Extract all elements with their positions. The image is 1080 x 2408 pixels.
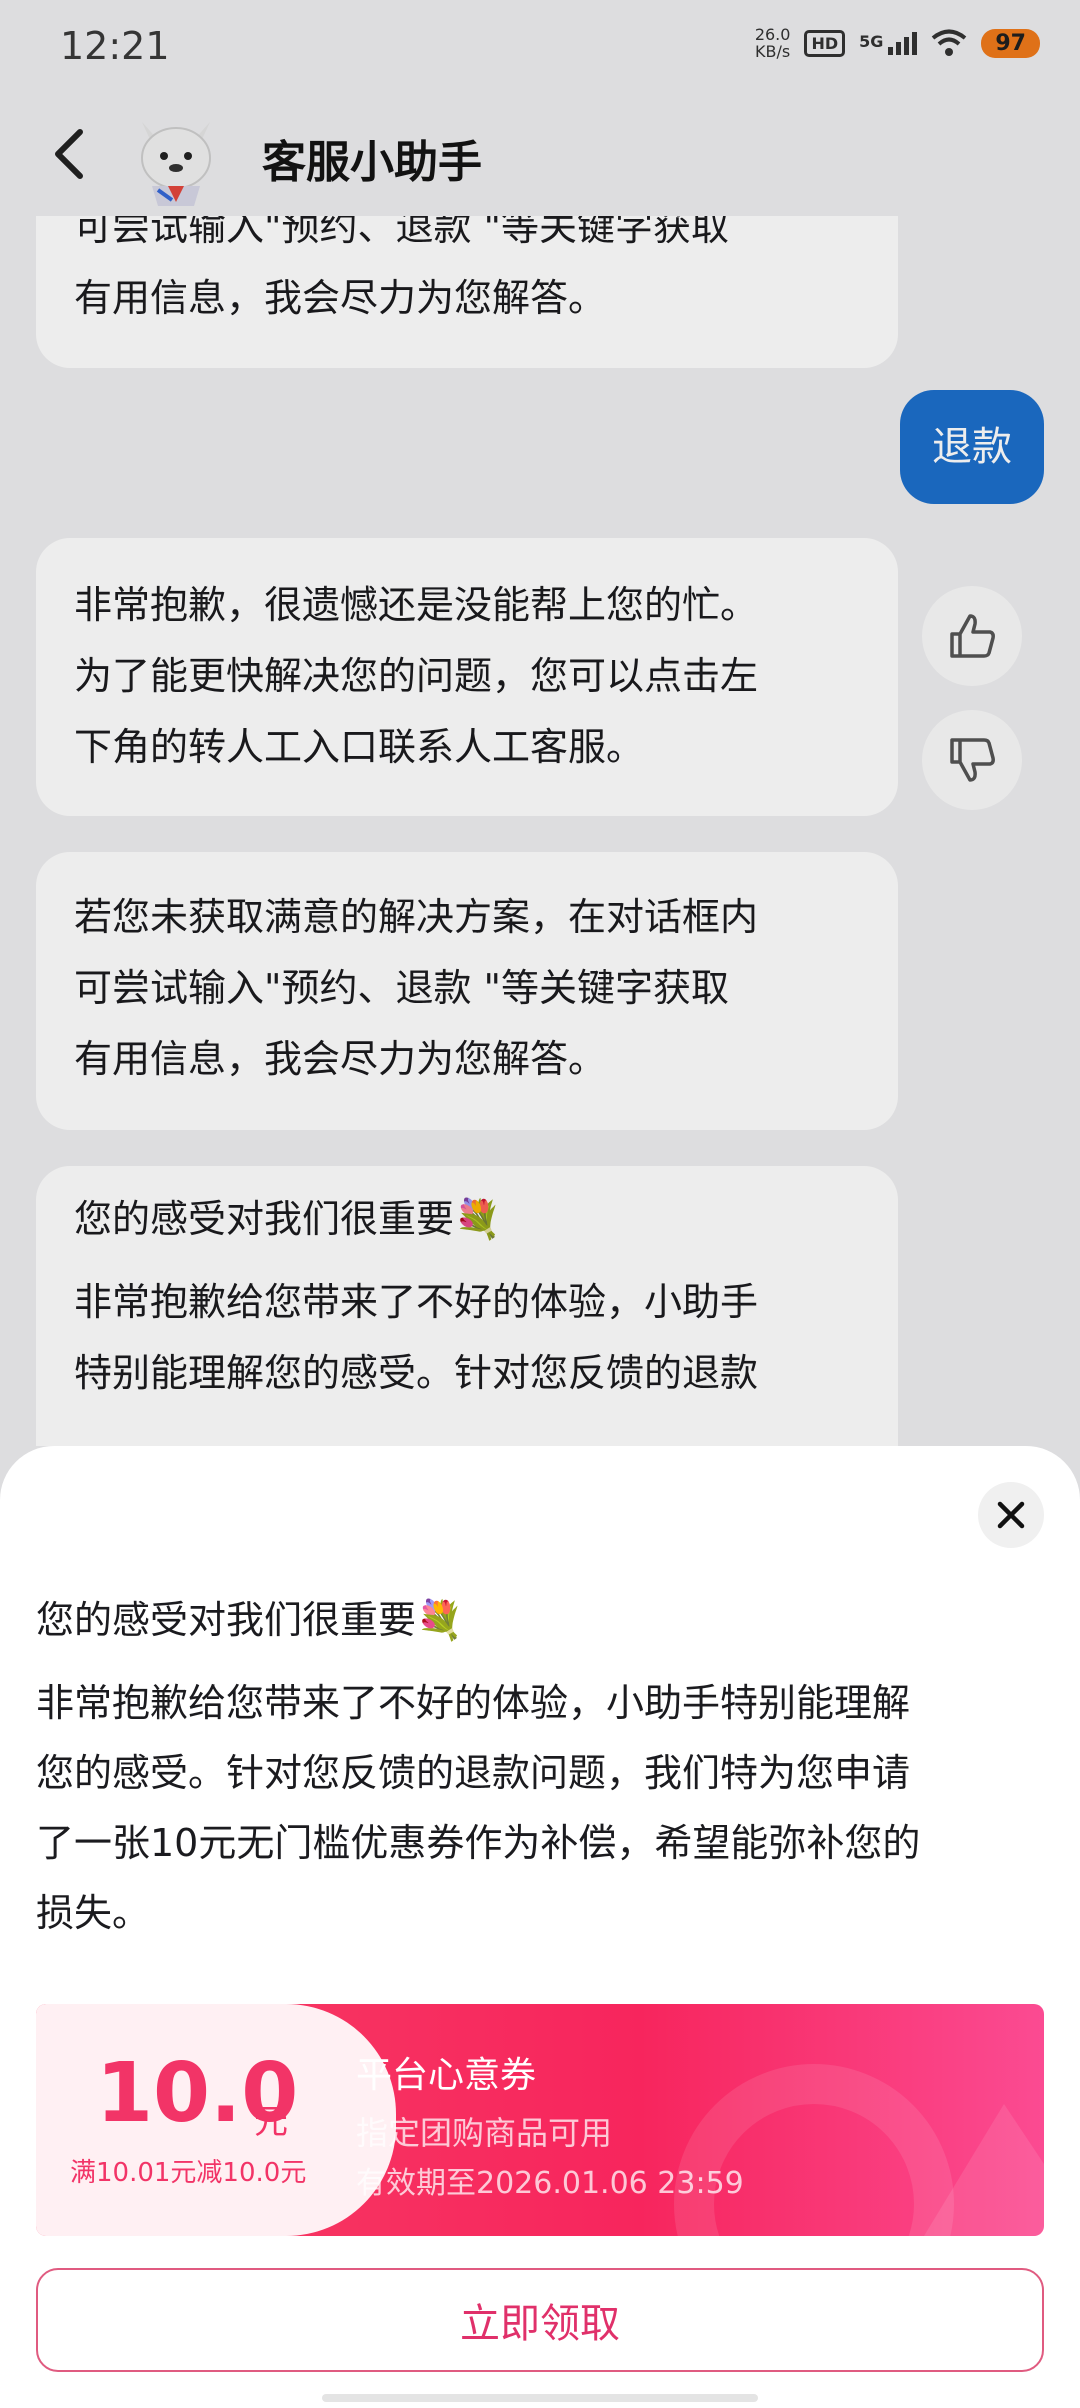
body-line: 损失。: [36, 1891, 151, 1935]
body-line: 了一张10元无门槛优惠券作为补偿，希望能弥补您的: [36, 1821, 921, 1865]
coupon-unit: 元: [254, 2102, 288, 2142]
sheet-heading: 您的感受对我们很重要💐: [36, 1598, 464, 1642]
coupon-expiry: 有效期至2026.01.06 23:59: [356, 2166, 744, 2201]
sheet-body: 非常抱歉给您带来了不好的体验，小助手特别能理解 您的感受。针对您反馈的退款问题，…: [36, 1668, 1046, 1948]
body-line: 您的感受。针对您反馈的退款问题，我们特为您申请: [36, 1751, 911, 1795]
body-line: 非常抱歉给您带来了不好的体验，小助手特别能理解: [36, 1681, 911, 1725]
coupon-name: 平台心意券: [356, 2055, 537, 2096]
coupon-scope: 指定团购商品可用: [356, 2114, 613, 2152]
coupon-condition: 满10.01元减10.0元: [70, 2158, 307, 2188]
compensation-sheet: 您的感受对我们很重要💐 非常抱歉给您带来了不好的体验，小助手特别能理解 您的感受…: [0, 1446, 1080, 2408]
screen: 12:21 26.0 KB/s HD 5G 97 客服小助手 可尝试输入"预约、…: [0, 0, 1080, 2408]
home-indicator: [322, 2394, 758, 2402]
claim-button[interactable]: 立即领取: [36, 2268, 1044, 2372]
close-button[interactable]: [978, 1482, 1044, 1548]
close-icon: [997, 1501, 1025, 1529]
coupon-card[interactable]: 10.0 元 满10.01元减10.0元 平台心意券 指定团购商品可用 有效期至…: [36, 2004, 1044, 2236]
